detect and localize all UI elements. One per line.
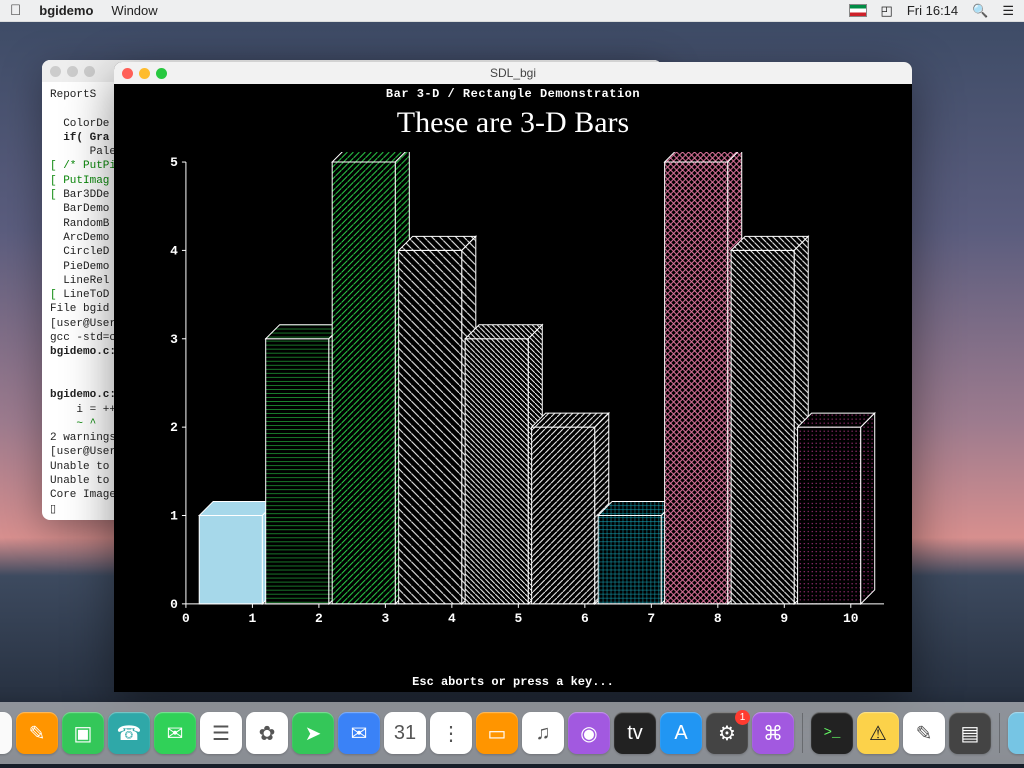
dock-shortcuts-icon[interactable]: ⌘ [752, 712, 794, 754]
spotlight-icon[interactable]: 🔍 [972, 3, 988, 19]
dock-reminders2-icon[interactable]: ⋮ [430, 712, 472, 754]
dock-separator [802, 713, 803, 753]
dock: ☺✦✧✎▣☎✉☰✿➤✉31⋮▭♫◉tvA⚙1⌘ >_⚠✎▤ ⬇▢🗑 [0, 702, 1024, 764]
dock-console-icon[interactable]: ▤ [949, 712, 991, 754]
svg-text:3: 3 [170, 332, 178, 347]
svg-text:8: 8 [714, 611, 722, 626]
dock-reminders-icon[interactable]: ☰ [200, 712, 242, 754]
dock-calendar-icon[interactable]: 31 [384, 712, 426, 754]
svg-text:5: 5 [170, 155, 178, 170]
dock-mail-icon[interactable]: ✉ [338, 712, 380, 754]
svg-text:7: 7 [647, 611, 655, 626]
svg-text:10: 10 [843, 611, 859, 626]
svg-text:0: 0 [170, 597, 178, 612]
sdl-titlebar[interactable]: SDL_bgi [114, 62, 912, 84]
dock-contacts-icon[interactable]: ☎ [108, 712, 150, 754]
minimize-icon[interactable] [67, 66, 78, 77]
app-menu[interactable]: bgidemo [39, 3, 93, 18]
svg-text:6: 6 [581, 611, 589, 626]
svg-text:1: 1 [170, 508, 178, 523]
bar-chart: 0 1 2 3 4 5 0 1 2 3 4 5 6 7 8 9 10 [156, 152, 894, 634]
apple-menu-icon[interactable]:  [10, 2, 21, 19]
zoom-icon[interactable] [156, 68, 167, 79]
dock-textedit-icon[interactable]: ✎ [903, 712, 945, 754]
demo-banner-bottom: Esc aborts or press a key... [114, 672, 912, 692]
minimize-icon[interactable] [139, 68, 150, 79]
chart-title: These are 3-D Bars [114, 106, 912, 140]
dock-notes-icon[interactable]: ✎ [16, 712, 58, 754]
svg-text:1: 1 [249, 611, 257, 626]
display-icon[interactable]: ◰ [881, 3, 893, 19]
dock-podcasts-icon[interactable]: ◉ [568, 712, 610, 754]
sdl-window[interactable]: SDL_bgi Bar 3-D / Rectangle Demonstratio… [114, 62, 912, 692]
dock-separator [999, 713, 1000, 753]
svg-text:9: 9 [780, 611, 788, 626]
dock-maps-icon[interactable]: ➤ [292, 712, 334, 754]
dock-appstore-icon[interactable]: A [660, 712, 702, 754]
dock-activity-icon[interactable]: ⚠ [857, 712, 899, 754]
dock-safari-icon[interactable]: ✧ [0, 712, 12, 754]
svg-text:4: 4 [448, 611, 456, 626]
svg-text:5: 5 [514, 611, 522, 626]
dock-terminal-icon[interactable]: >_ [811, 712, 853, 754]
svg-text:4: 4 [170, 243, 178, 258]
clock[interactable]: Fri 16:14 [907, 3, 958, 18]
dock-tv-icon[interactable]: tv [614, 712, 656, 754]
window-menu[interactable]: Window [111, 3, 157, 18]
svg-text:2: 2 [315, 611, 323, 626]
window-title: SDL_bgi [490, 66, 536, 80]
close-icon[interactable] [50, 66, 61, 77]
svg-text:3: 3 [381, 611, 389, 626]
svg-text:2: 2 [170, 420, 178, 435]
sdl-canvas: Bar 3-D / Rectangle Demonstration These … [114, 84, 912, 692]
dock-music-icon[interactable]: ♫ [522, 712, 564, 754]
dock-downloads-icon[interactable]: ⬇ [1008, 712, 1024, 754]
zoom-icon[interactable] [84, 66, 95, 77]
control-center-icon[interactable]: ☰ [1002, 3, 1014, 19]
dock-photos-icon[interactable]: ✿ [246, 712, 288, 754]
close-icon[interactable] [122, 68, 133, 79]
input-source-flag-icon[interactable] [849, 4, 867, 17]
menubar:  bgidemo Window ◰ Fri 16:14 🔍 ☰ [0, 0, 1024, 22]
svg-text:0: 0 [182, 611, 190, 626]
dock-messages-icon[interactable]: ✉ [154, 712, 196, 754]
demo-banner-top: Bar 3-D / Rectangle Demonstration [114, 84, 912, 104]
dock-books-icon[interactable]: ▭ [476, 712, 518, 754]
dock-settings-icon[interactable]: ⚙1 [706, 712, 748, 754]
dock-facetime-icon[interactable]: ▣ [62, 712, 104, 754]
